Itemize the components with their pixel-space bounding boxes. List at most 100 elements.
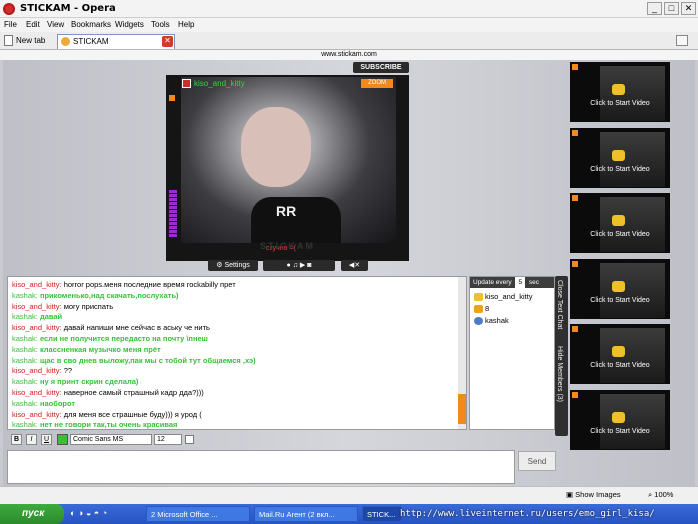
chat-username[interactable]: kiso_and_kitty	[12, 366, 60, 375]
zoom-control[interactable]: ⌕ 100%	[648, 490, 673, 500]
close-window-button[interactable]: ✕	[681, 2, 696, 15]
video-thumbnail[interactable]: Click to Start Video	[570, 193, 670, 253]
quick-launch-icons[interactable]: ◐ ◑ ◒ ◓ ◔	[70, 508, 140, 520]
font-select[interactable]: Comic Sans MS	[70, 434, 152, 445]
chat-username[interactable]: kiso_and_kitty	[12, 280, 60, 289]
chat-username[interactable]: kashak	[12, 420, 36, 429]
text-color-swatch[interactable]	[57, 434, 68, 445]
record-button-icon[interactable]: ●	[287, 262, 291, 269]
menu-widgets[interactable]: Widgets	[115, 20, 144, 29]
menu-edit[interactable]: Edit	[26, 20, 40, 29]
video-thumbnail[interactable]: Click to Start Video	[570, 258, 670, 319]
member-item[interactable]: kashak	[474, 316, 509, 326]
click-to-start-label: Click to Start Video	[590, 296, 650, 304]
video-thumbnail[interactable]: Click to Start Video	[570, 127, 670, 188]
underline-button[interactable]: U	[41, 434, 52, 445]
chat-username[interactable]: kashak	[12, 356, 36, 365]
chat-message: kashak: прикоменько,над скачать,послухат…	[12, 291, 179, 300]
chat-scrollbar-thumb[interactable]	[458, 394, 466, 424]
start-button[interactable]: пуск	[0, 504, 64, 524]
settings-button[interactable]: ⚙ Settings	[208, 260, 258, 271]
image-icon: ▣	[566, 490, 576, 499]
update-label: Update every	[473, 279, 512, 286]
hide-members-tab[interactable]: Hide Members (3)	[556, 346, 563, 402]
menu-bar: File Edit View Bookmarks Widgets Tools H…	[0, 18, 698, 32]
menu-help[interactable]: Help	[178, 20, 194, 29]
show-images-label: Show Images	[575, 490, 621, 499]
webcam-icon	[612, 346, 625, 357]
watermark-url: http://www.liveinternet.ru/users/emo_gir…	[400, 509, 655, 519]
media-controls: ● ♫ ▶ ◙	[263, 260, 335, 271]
chat-username[interactable]: kashak	[12, 345, 36, 354]
chat-username[interactable]: kiso_and_kitty	[12, 323, 60, 332]
chat-username[interactable]: kashak	[12, 334, 36, 343]
show-images-button[interactable]: ▣ Show Images	[566, 490, 621, 499]
update-interval-bar: Update every 5 sec	[470, 277, 554, 288]
chat-username[interactable]: kiso_and_kitty	[12, 302, 60, 311]
video-thumbnail[interactable]: Click to Start Video	[570, 62, 670, 122]
menu-bookmarks[interactable]: Bookmarks	[71, 20, 111, 29]
chat-username[interactable]: kashak	[12, 312, 36, 321]
webcam-video: RR	[181, 77, 396, 243]
mute-button[interactable]: ◀✕	[341, 260, 368, 271]
zoom-button[interactable]: ZOOM	[361, 79, 393, 88]
video-thumbnail[interactable]: Click to Start Video	[570, 324, 670, 384]
close-text-chat-tab[interactable]: Close Text Chat	[556, 280, 563, 329]
send-button[interactable]: Send	[518, 451, 556, 471]
settings-label: Settings	[224, 262, 250, 269]
tab-menu-icon[interactable]	[676, 35, 688, 46]
member-item[interactable]: kiso_and_kitty	[474, 292, 533, 302]
chat-username[interactable]: kashak	[12, 399, 36, 408]
speaker-icon[interactable]	[572, 391, 578, 398]
option-checkbox[interactable]	[185, 435, 194, 444]
task-stickam[interactable]: STICK...	[362, 506, 402, 522]
broadcaster-name[interactable]: kiso_and_kitty	[194, 79, 245, 88]
chat-message: kiso_and_kitty: для меня все страшные бу…	[12, 410, 202, 419]
video-icon[interactable]: ▶	[300, 262, 305, 269]
chat-username[interactable]: kiso_and_kitty	[12, 388, 60, 397]
chat-text: давай напиши мне сейчас в аську че нить	[63, 323, 210, 333]
maximize-button[interactable]: □	[664, 2, 679, 15]
subscribe-label: SUBSCRIBE	[360, 64, 402, 71]
chat-message: kashak: наоборот	[12, 399, 75, 408]
chat-log[interactable]: kiso_and_kitty: horror pops.меня последн…	[7, 276, 467, 430]
update-interval-select[interactable]: 5	[515, 277, 526, 288]
chat-scrollbar[interactable]	[458, 277, 466, 429]
music-icon[interactable]: ♫	[293, 262, 298, 269]
italic-button[interactable]: I	[26, 434, 37, 445]
new-tab-button[interactable]: New tab	[4, 34, 54, 49]
member-item[interactable]: 8	[474, 304, 489, 314]
close-tab-icon[interactable]: ✕	[162, 36, 173, 47]
chat-message-input[interactable]	[7, 450, 515, 484]
speaker-icon[interactable]	[572, 326, 578, 332]
tab-stickam[interactable]: STICKAM ✕	[57, 34, 175, 49]
webcam-icon	[612, 215, 625, 226]
tab-bar: New tab STICKAM ✕	[0, 32, 698, 50]
click-to-start-label: Click to Start Video	[590, 427, 650, 435]
task-office[interactable]: 2 Microsoft Office ...	[146, 506, 250, 522]
font-size-select[interactable]: 12	[154, 434, 182, 445]
zoom-label: ZOOM	[368, 80, 386, 86]
task-mail-agent[interactable]: Mail.Ru Агент (2 вкл...	[254, 506, 358, 522]
speaker-icon[interactable]	[572, 260, 578, 267]
menu-view[interactable]: View	[47, 20, 64, 29]
speaker-icon[interactable]	[572, 195, 578, 201]
chat-username[interactable]: kiso_and_kitty	[12, 410, 60, 419]
speaker-icon[interactable]	[572, 129, 578, 136]
chat-username[interactable]: kashak	[12, 377, 36, 386]
chat-text: для меня все страшные буду))) я урод (	[63, 409, 202, 419]
speaker-icon[interactable]	[572, 64, 578, 70]
menu-tools[interactable]: Tools	[151, 20, 170, 29]
video-thumbnail[interactable]: Click to Start Video	[570, 389, 670, 450]
bold-button[interactable]: B	[11, 434, 22, 445]
subscribe-button[interactable]: SUBSCRIBE	[353, 62, 409, 73]
chat-username[interactable]: kashak	[12, 291, 36, 300]
chat-message: kiso_and_kitty: ??	[12, 366, 72, 375]
click-to-start-label: Click to Start Video	[590, 362, 650, 369]
menu-file[interactable]: File	[4, 20, 17, 29]
camera-icon[interactable]: ◙	[307, 262, 311, 269]
volume-icon[interactable]	[169, 95, 176, 195]
minimize-button[interactable]: _	[647, 2, 662, 15]
video-player[interactable]: RR kiso_and_kitty ZOOM скучно =(	[166, 75, 409, 261]
chat-text: ??	[63, 366, 73, 376]
